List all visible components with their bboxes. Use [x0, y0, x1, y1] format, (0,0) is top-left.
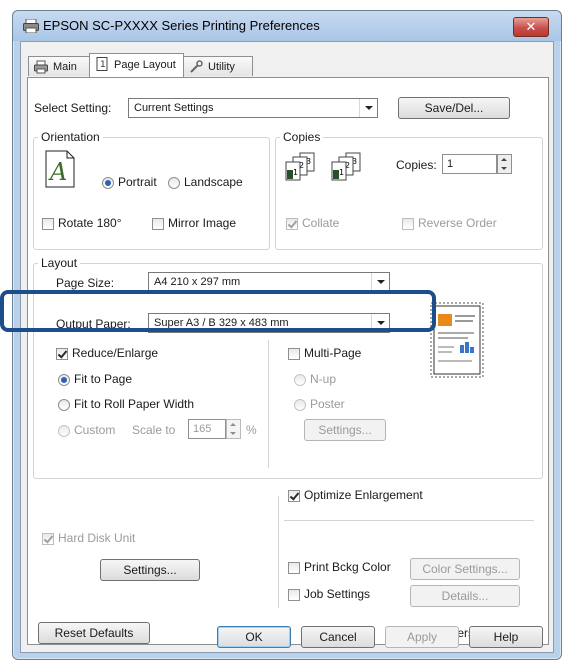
chevron-down-icon: [371, 273, 389, 291]
color-settings-button[interactable]: Color Settings...: [410, 558, 520, 580]
scale-input[interactable]: 165: [188, 419, 226, 439]
layout-title: Layout: [38, 256, 81, 270]
paper-preview-icon: [430, 302, 484, 378]
output-paper-highlight: [0, 290, 436, 332]
rotate-180-checkbox[interactable]: [42, 218, 54, 230]
printer-icon: [34, 60, 48, 74]
collate-label: Collate: [302, 216, 340, 230]
mirror-image-label: Mirror Image: [168, 216, 237, 230]
custom-label: Custom: [74, 423, 116, 437]
close-button[interactable]: ✕: [513, 17, 549, 37]
page-size-label: Page Size:: [56, 276, 115, 290]
nup-radio[interactable]: [294, 374, 306, 386]
select-setting-value: Current Settings: [134, 102, 214, 114]
poster-radio[interactable]: [294, 399, 306, 411]
svg-text:1: 1: [293, 168, 298, 177]
title-bar: EPSON SC-PXXXX Series Printing Preferenc…: [13, 11, 561, 41]
nup-label: N-up: [310, 372, 337, 386]
save-del-button[interactable]: Save/Del...: [398, 97, 510, 119]
landscape-radio[interactable]: [168, 177, 180, 189]
multi-page-settings-button[interactable]: Settings...: [304, 419, 386, 441]
select-setting-dropdown[interactable]: Current Settings: [128, 98, 378, 118]
multi-page-label: Multi-Page: [304, 346, 362, 360]
layout-divider: [268, 340, 269, 468]
copies-label: Copies:: [396, 158, 437, 172]
orientation-title: Orientation: [38, 130, 103, 144]
window-title: EPSON SC-PXXXX Series Printing Preferenc…: [43, 18, 320, 33]
mirror-image-checkbox[interactable]: [152, 218, 164, 230]
fit-to-page-radio[interactable]: [58, 374, 70, 386]
copies-title: Copies: [280, 130, 324, 144]
svg-text:1: 1: [100, 60, 106, 70]
collate-stack-icon: 3 2 1: [285, 152, 315, 181]
percent-label: %: [246, 423, 257, 437]
reverse-order-checkbox[interactable]: [402, 218, 414, 230]
page-layout-panel: Select Setting: Current Settings Save/De…: [27, 77, 549, 645]
multi-page-checkbox[interactable]: [288, 348, 300, 360]
hdd-settings-button[interactable]: Settings...: [100, 559, 200, 581]
job-settings-label: Job Settings: [304, 587, 371, 601]
fit-roll-width-label: Fit to Roll Paper Width: [74, 397, 195, 411]
tab-label: Main: [53, 61, 77, 73]
select-setting-label: Select Setting:: [34, 101, 112, 115]
lower-separator: [284, 520, 534, 521]
chevron-down-icon: [359, 99, 377, 117]
fit-roll-width-radio[interactable]: [58, 399, 70, 411]
print-bckg-color-checkbox[interactable]: [288, 562, 300, 574]
svg-text:1: 1: [339, 168, 344, 177]
tab-utility[interactable]: Utility: [183, 56, 253, 76]
job-settings-checkbox[interactable]: [288, 589, 300, 601]
optimize-enlargement-checkbox[interactable]: [288, 490, 300, 502]
portrait-label: Portrait: [118, 175, 157, 189]
wrench-icon: [190, 60, 203, 73]
tab-label: Page Layout: [114, 59, 176, 71]
custom-radio[interactable]: [58, 425, 70, 437]
ok-button[interactable]: OK: [217, 626, 291, 648]
reverse-order-label: Reverse Order: [418, 216, 497, 230]
tab-main[interactable]: Main: [28, 56, 90, 76]
reset-defaults-button[interactable]: Reset Defaults: [38, 622, 150, 644]
rotate-180-label: Rotate 180°: [58, 216, 122, 230]
copies-input[interactable]: 1: [442, 154, 497, 174]
tab-label: Utility: [208, 61, 235, 73]
dialog-client: Main 1 Page Layout Utility Select Settin…: [20, 41, 554, 653]
hard-disk-unit-checkbox[interactable]: [42, 533, 54, 545]
collate-stack-icon: 3 2 1: [331, 152, 361, 181]
poster-label: Poster: [310, 397, 345, 411]
help-button[interactable]: Help: [469, 626, 543, 648]
landscape-label: Landscape: [184, 175, 243, 189]
reduce-enlarge-label: Reduce/Enlarge: [72, 346, 159, 360]
collate-checkbox[interactable]: [286, 218, 298, 230]
reduce-enlarge-checkbox[interactable]: [56, 348, 68, 360]
details-button[interactable]: Details...: [410, 585, 520, 607]
page-layout-icon: 1: [96, 57, 108, 71]
cancel-button[interactable]: Cancel: [301, 626, 375, 648]
portrait-radio[interactable]: [102, 177, 114, 189]
apply-button[interactable]: Apply: [385, 626, 459, 648]
printer-icon: [23, 19, 39, 33]
hard-disk-unit-label: Hard Disk Unit: [58, 531, 136, 545]
optimize-enlargement-label: Optimize Enlargement: [304, 488, 423, 502]
page-size-value: A4 210 x 297 mm: [154, 276, 241, 288]
lower-divider: [278, 496, 279, 608]
scale-to-label: Scale to: [132, 423, 176, 437]
scale-stepper[interactable]: [226, 419, 241, 439]
dialog-window: EPSON SC-PXXXX Series Printing Preferenc…: [12, 10, 562, 660]
fit-to-page-label: Fit to Page: [74, 372, 133, 386]
tab-page-layout[interactable]: 1 Page Layout: [89, 53, 184, 77]
page-size-dropdown[interactable]: A4 210 x 297 mm: [148, 272, 390, 292]
preview-letter: A: [48, 158, 67, 186]
copies-stepper[interactable]: [497, 154, 512, 174]
portrait-preview-icon: A: [45, 150, 75, 188]
print-bckg-color-label: Print Bckg Color: [304, 560, 391, 574]
